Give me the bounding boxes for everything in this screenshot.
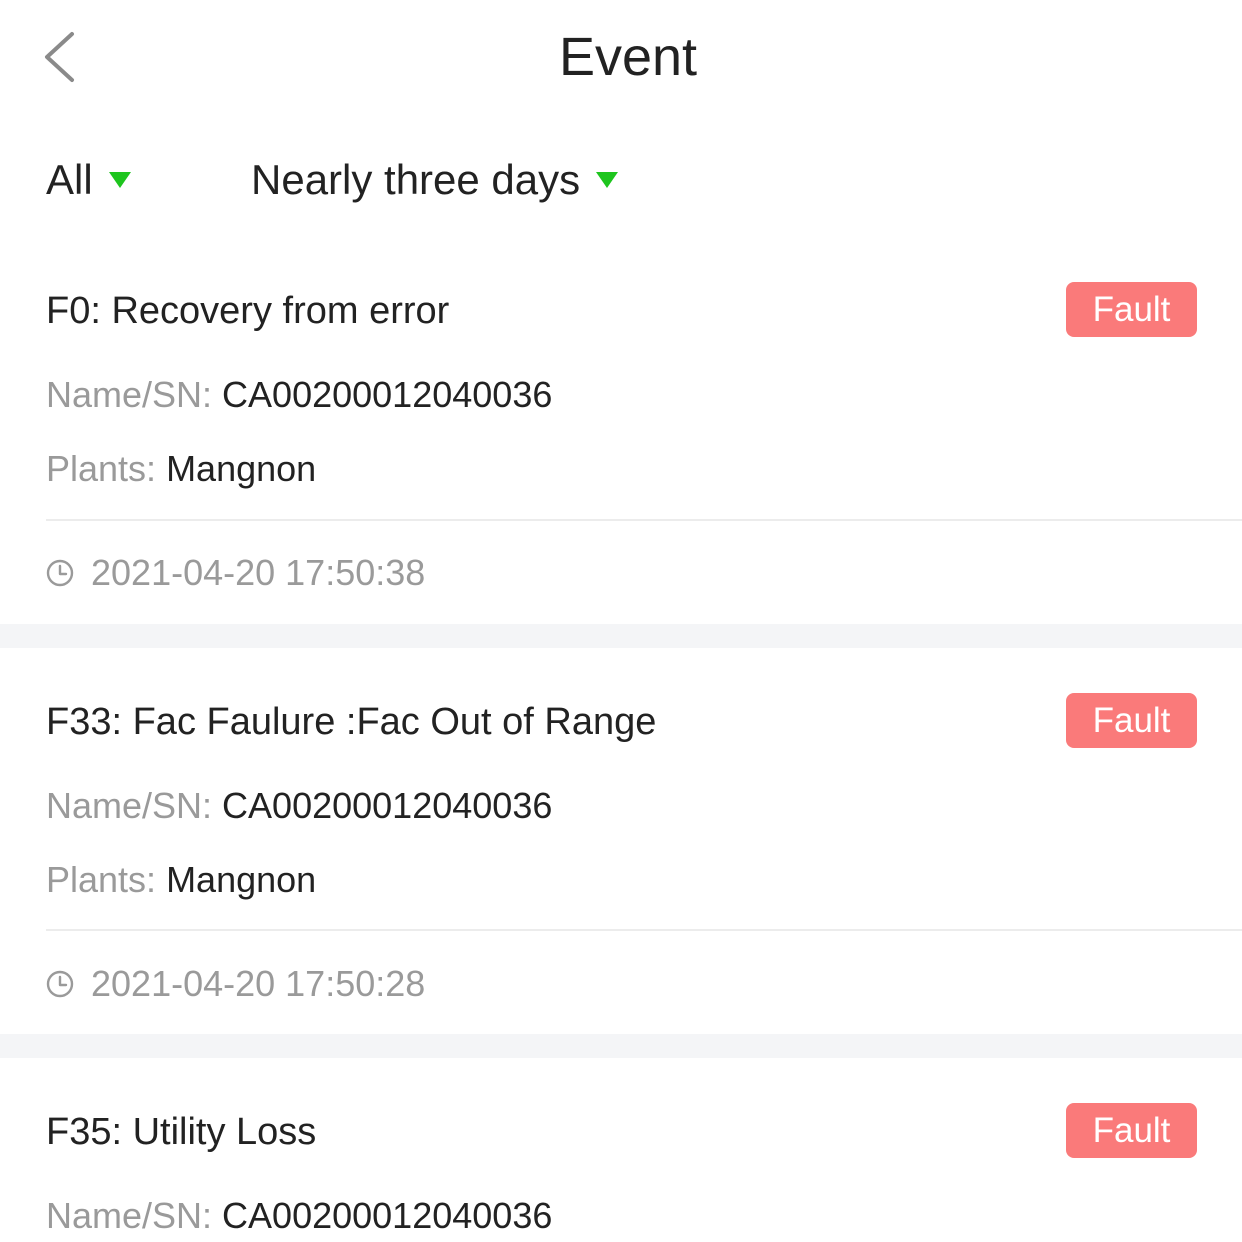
timestamp-row: 2021-04-20 17:50:38 bbox=[46, 550, 425, 596]
clock-icon bbox=[46, 559, 74, 587]
name-sn-value: CA00200012040036 bbox=[222, 374, 553, 415]
name-sn-label: Name/SN: bbox=[46, 1195, 223, 1236]
plants-label: Plants: bbox=[46, 859, 167, 900]
caret-down-icon bbox=[108, 172, 131, 188]
filter-bar: All Nearly three days bbox=[0, 130, 1242, 230]
divider bbox=[46, 519, 1242, 521]
plants-label: Plants: bbox=[46, 448, 167, 489]
name-sn-label: Name/SN: bbox=[46, 785, 223, 826]
clock-icon bbox=[46, 970, 74, 998]
name-sn-row: Name/SN: CA00200012040036 bbox=[46, 372, 552, 418]
caret-down-icon bbox=[596, 172, 619, 188]
fault-badge: Fault bbox=[1066, 282, 1197, 337]
event-title: F0: Recovery from error bbox=[46, 290, 450, 332]
name-sn-row: Name/SN: CA00200012040036 bbox=[46, 1193, 552, 1239]
event-card[interactable]: F35: Utility Loss Fault Name/SN: CA00200… bbox=[0, 1058, 1242, 1242]
divider bbox=[46, 929, 1242, 931]
name-sn-row: Name/SN: CA00200012040036 bbox=[46, 783, 552, 829]
fault-badge: Fault bbox=[1066, 1103, 1197, 1158]
name-sn-value: CA00200012040036 bbox=[222, 1195, 553, 1236]
event-timestamp: 2021-04-20 17:50:28 bbox=[91, 963, 426, 1004]
time-range-dropdown[interactable]: Nearly three days bbox=[251, 150, 619, 210]
name-sn-value: CA00200012040036 bbox=[222, 785, 553, 826]
header-bar: Event bbox=[0, 0, 1242, 118]
plants-value: Mangnon bbox=[166, 448, 317, 489]
name-sn-label: Name/SN: bbox=[46, 374, 223, 415]
event-card[interactable]: F33: Fac Faulure :Fac Out of Range Fault… bbox=[0, 648, 1242, 1034]
event-type-label: All bbox=[46, 156, 93, 203]
event-card[interactable]: F0: Recovery from error Fault Name/SN: C… bbox=[0, 250, 1242, 624]
event-type-dropdown[interactable]: All bbox=[46, 150, 131, 210]
timestamp-row: 2021-04-20 17:50:28 bbox=[46, 961, 425, 1007]
plants-row: Plants: Mangnon bbox=[46, 857, 316, 903]
plants-row: Plants: Mangnon bbox=[46, 446, 316, 492]
plants-value: Mangnon bbox=[166, 859, 317, 900]
fault-badge: Fault bbox=[1066, 693, 1197, 748]
event-timestamp: 2021-04-20 17:50:38 bbox=[91, 552, 426, 593]
time-range-label: Nearly three days bbox=[251, 156, 581, 203]
event-title: F35: Utility Loss bbox=[46, 1111, 317, 1153]
page-title: Event bbox=[558, 27, 698, 87]
card-separator bbox=[0, 624, 1242, 648]
card-separator bbox=[0, 1034, 1242, 1058]
event-title: F33: Fac Faulure :Fac Out of Range bbox=[46, 701, 657, 743]
